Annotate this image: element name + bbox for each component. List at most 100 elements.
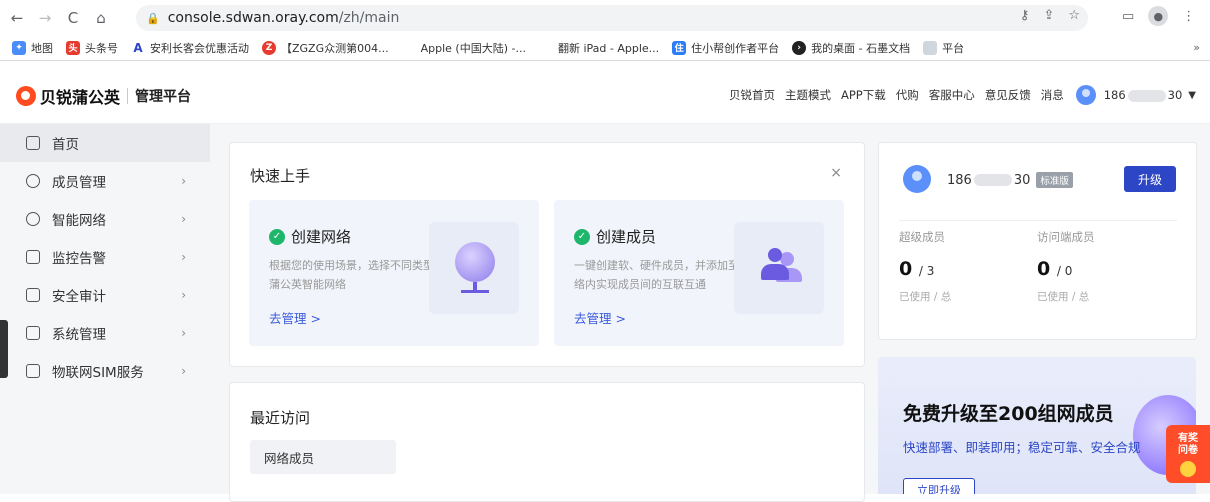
bookmark-item[interactable]: 住住小帮创作者平台	[672, 40, 779, 56]
user-account[interactable]: 186 30	[1104, 88, 1183, 102]
star-icon[interactable]: ☆	[1068, 8, 1080, 23]
account-name: 186 30 标准版	[947, 172, 1073, 188]
nav-app-download-link[interactable]: APP下载	[841, 87, 886, 103]
close-icon[interactable]: ×	[830, 165, 842, 181]
avatar[interactable]	[1075, 85, 1096, 105]
user-icon	[26, 174, 40, 188]
apple-icon	[538, 40, 553, 55]
bookmark-item[interactable]: 头头条号	[66, 40, 118, 56]
promo-title: 免费升级至200组网成员	[903, 403, 1114, 425]
sidebar-item-system[interactable]: 系统管理 ›	[0, 314, 210, 352]
survey-icon	[1180, 461, 1196, 477]
shimo-icon: ›	[792, 40, 807, 55]
nav-feedback-link[interactable]: 意见反馈	[985, 87, 1031, 103]
nav-support-link[interactable]: 客服中心	[929, 87, 975, 103]
promo-upgrade-button[interactable]: 立即升级	[903, 478, 975, 494]
sidebar-item-audit[interactable]: 安全审计 ›	[0, 276, 210, 314]
create-member-desc: 一键创建软、硬件成员，并添加至网络内实现成员间的互联互通	[574, 259, 750, 291]
url-path: /zh/main	[338, 10, 400, 26]
map-icon: ✦	[12, 40, 26, 55]
promo-banner[interactable]: 免费升级至200组网成员 快速部署、即装即用；稳定可靠、安全合规 立即升级	[878, 357, 1196, 494]
divider	[899, 220, 1177, 221]
browser-toolbar: ← → C ⌂ 🔒 console.sdwan.oray.com/zh/main…	[0, 0, 1210, 35]
redacted-mask	[973, 174, 1012, 186]
create-member-link[interactable]: 去管理 >	[574, 308, 626, 327]
bookmark-item[interactable]: 平台	[923, 40, 964, 56]
nav-purchase-link[interactable]: 代购	[896, 87, 919, 103]
create-network-desc: 根据您的使用场景，选择不同类型的蒲公英智能网络	[269, 259, 445, 291]
settings-icon	[26, 326, 40, 340]
top-nav: 贝锐首页 主题模式 APP下载 代购 客服中心 意见反馈 消息 186 30 ▼	[719, 85, 1196, 105]
sidebar-item-network[interactable]: 智能网络 ›	[0, 200, 210, 238]
header: 贝锐蒲公英 管理平台 贝锐首页 主题模式 APP下载 代购 客服中心 意见反馈 …	[0, 62, 1210, 124]
forward-icon[interactable]: →	[34, 9, 56, 27]
brand-logo[interactable]: 贝锐蒲公英 管理平台	[16, 84, 191, 108]
sidebar-item-sim[interactable]: 物联网SIM服务 ›	[0, 352, 210, 390]
sidepanel-icon[interactable]: ▭	[1122, 9, 1134, 24]
create-member-title: 创建成员	[596, 228, 657, 246]
lock-icon: 🔒	[146, 11, 160, 25]
chevron-down-icon[interactable]: ▼	[1188, 90, 1196, 101]
home-icon	[26, 136, 40, 150]
sidebar-item-members[interactable]: 成员管理 ›	[0, 162, 210, 200]
bookmark-item[interactable]: 翻新 iPad - Apple...	[538, 40, 659, 56]
menu-icon[interactable]: ⋮	[1182, 9, 1195, 24]
sim-icon	[26, 364, 40, 378]
chevron-right-icon: ›	[181, 174, 186, 188]
nav-messages-link[interactable]: 消息	[1041, 87, 1064, 103]
bookmark-item[interactable]: Apple (中国大陆) -...	[401, 40, 526, 56]
url-host: console.sdwan.oray.com	[167, 10, 339, 26]
globe-icon	[429, 222, 519, 314]
reload-icon[interactable]: C	[62, 9, 84, 27]
nav-home-link[interactable]: 贝锐首页	[729, 87, 775, 103]
zhuxiaobang-icon: 住	[672, 40, 687, 55]
bookmark-item[interactable]: › 我的桌面 - 石墨文档	[792, 40, 910, 56]
chevron-right-icon: ›	[181, 326, 186, 340]
recent-title: 最近访问	[250, 409, 311, 427]
check-icon: ✓	[574, 228, 590, 245]
chevron-right-icon: ›	[181, 364, 186, 378]
divider	[127, 88, 129, 104]
recent-item[interactable]: 网络成员	[250, 440, 396, 474]
promo-desc: 快速部署、即装即用；稳定可靠、安全合规	[903, 440, 1141, 455]
back-icon[interactable]: ←	[6, 9, 28, 27]
quickstart-card: 快速上手 × ✓ 创建网络 根据您的使用场景，选择不同类型的蒲公英智能网络 去管理…	[229, 142, 865, 367]
brand-name: 贝锐蒲公英	[40, 88, 121, 107]
create-network-link[interactable]: 去管理 >	[269, 308, 321, 327]
bookmarks-more-icon[interactable]: »	[1193, 41, 1200, 54]
create-network-card[interactable]: ✓ 创建网络 根据您的使用场景，选择不同类型的蒲公英智能网络 去管理 >	[249, 200, 539, 346]
bookmark-item[interactable]: ✦ 地图	[12, 40, 53, 56]
bookmarks-bar: ✦ 地图 头头条号 A 安利长客会优惠活动 Z 【ZGZG众测第004... Appl…	[0, 35, 1210, 61]
chevron-right-icon: ›	[181, 250, 186, 264]
brand-subtitle: 管理平台	[135, 89, 192, 105]
audit-icon	[26, 288, 40, 302]
key-icon[interactable]: ⚷	[1020, 8, 1030, 23]
sidebar-item-home[interactable]: 首页	[0, 124, 210, 162]
address-bar[interactable]: 🔒 console.sdwan.oray.com/zh/main ⚷ ⇪ ☆	[136, 5, 1088, 31]
bookmark-item[interactable]: Z 【ZGZG众测第004...	[262, 40, 389, 56]
stat-access-members: 访问端成员 0 / 0 已使用 / 总	[1037, 230, 1095, 303]
monitor-icon	[26, 250, 40, 264]
plan-badge: 标准版	[1036, 172, 1073, 188]
sidebar-item-monitor[interactable]: 监控告警 ›	[0, 238, 210, 276]
recent-card: 最近访问 网络成员	[229, 382, 865, 502]
logo-icon	[16, 86, 36, 106]
avatar	[903, 165, 931, 193]
upgrade-button[interactable]: 升级	[1124, 166, 1176, 192]
chevron-right-icon: ›	[181, 288, 186, 302]
bookmark-item[interactable]: A 安利长客会优惠活动	[131, 40, 249, 56]
zgzg-icon: Z	[262, 40, 276, 55]
app-root: 贝锐蒲公英 管理平台 贝锐首页 主题模式 APP下载 代购 客服中心 意见反馈 …	[0, 62, 1210, 502]
create-member-card[interactable]: ✓ 创建成员 一键创建软、硬件成员，并添加至网络内实现成员间的互联互通 去管理 >	[554, 200, 844, 346]
drag-handle[interactable]	[0, 320, 8, 378]
users-icon	[734, 222, 824, 314]
network-icon	[26, 212, 40, 226]
share-icon[interactable]: ⇪	[1043, 8, 1054, 23]
nav-theme-link[interactable]: 主题模式	[785, 87, 831, 103]
platform-icon	[923, 40, 938, 55]
profile-icon[interactable]: ●	[1148, 6, 1169, 26]
account-card: 186 30 标准版 升级 超级成员 0 / 3 已使用 / 总 访问端成员 0 /…	[878, 142, 1197, 340]
home-icon[interactable]: ⌂	[90, 9, 112, 27]
survey-badge[interactable]: 有奖 问卷	[1166, 425, 1210, 483]
apple-icon	[401, 40, 416, 55]
